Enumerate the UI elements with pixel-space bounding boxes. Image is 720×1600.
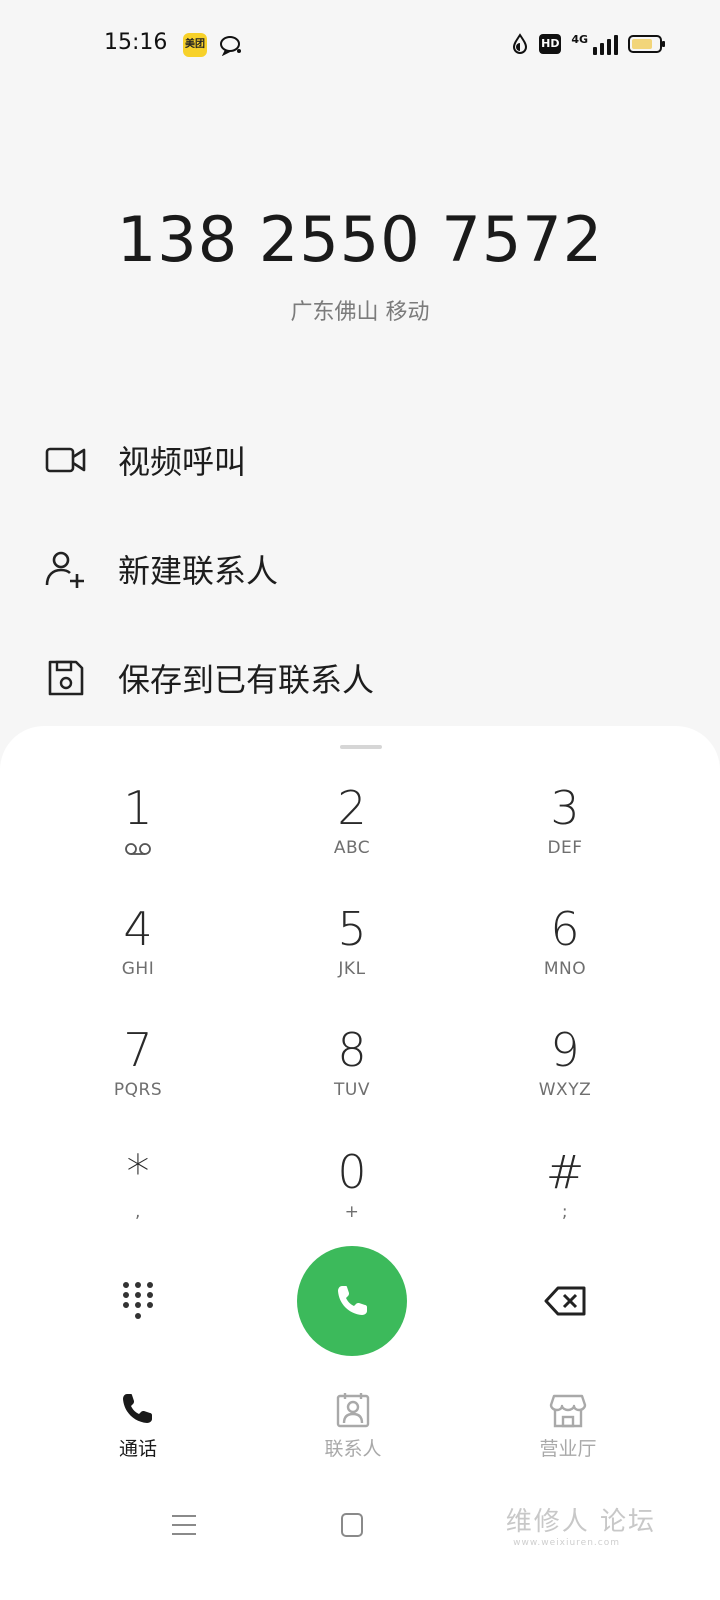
tab-calls[interactable]: 通话	[68, 1390, 208, 1461]
data-saver-icon	[513, 33, 528, 54]
tab-calls-label: 通话	[118, 1438, 157, 1460]
key-digit: 0	[337, 1145, 367, 1199]
key-5[interactable]: 5 JKL	[262, 901, 442, 1011]
key-digit: *	[126, 1145, 150, 1199]
key-letters: WXYZ	[538, 1080, 592, 1100]
key-4[interactable]: 4 GHI	[48, 901, 228, 1011]
menu-icon[interactable]	[171, 1513, 197, 1537]
key-0[interactable]: 0 +	[262, 1144, 442, 1254]
key-hash[interactable]: # ;	[475, 1144, 655, 1254]
key-digit: 8	[337, 1023, 367, 1077]
key-2[interactable]: 2 ABC	[262, 780, 442, 890]
contacts-icon	[336, 1393, 370, 1428]
key-1[interactable]: 1	[48, 780, 228, 890]
save-to-existing-contact-action[interactable]: 保存到已有联系人	[44, 648, 374, 708]
status-bar: 15:16 美团 HD 4G	[0, 0, 720, 90]
key-3[interactable]: 3 DEF	[475, 780, 655, 890]
chat-icon	[220, 36, 241, 56]
key-digit: #	[545, 1145, 585, 1199]
key-digit: 4	[123, 902, 153, 956]
new-contact-label: 新建联系人	[118, 552, 279, 590]
phone-icon	[123, 1394, 152, 1423]
save-icon	[48, 660, 84, 696]
key-digit: 5	[337, 902, 367, 956]
key-9[interactable]: 9 WXYZ	[475, 1022, 655, 1132]
tab-service-hall-label: 营业厅	[539, 1438, 597, 1460]
key-digit: 3	[550, 781, 580, 835]
home-icon[interactable]	[340, 1512, 364, 1538]
key-letters: ;	[561, 1202, 569, 1222]
key-letters: DEF	[547, 838, 583, 858]
signal-icon: 4G	[571, 33, 618, 55]
watermark-sub: www.weixiuren.com	[513, 1538, 620, 1548]
tab-service-hall[interactable]: 营业厅	[498, 1390, 638, 1461]
store-icon	[549, 1394, 587, 1428]
battery-icon	[628, 35, 665, 53]
key-letters: JKL	[338, 959, 366, 979]
key-letters: +	[344, 1202, 360, 1222]
bottom-tab-bar: 通话 联系人 营业厅	[0, 1390, 720, 1480]
number-location: 广东佛山 移动	[290, 300, 430, 325]
key-letters: ,	[135, 1202, 141, 1222]
phone-icon	[338, 1286, 367, 1315]
key-6[interactable]: 6 MNO	[475, 901, 655, 1011]
key-8[interactable]: 8 TUV	[262, 1022, 442, 1132]
key-star[interactable]: * ,	[48, 1144, 228, 1254]
watermark: 维修人 论坛	[505, 1507, 656, 1537]
key-digit: 6	[550, 902, 580, 956]
dialed-number-area: 138 2550 7572 广东佛山 移动	[0, 200, 720, 326]
status-time: 15:16	[104, 30, 168, 55]
network-type-label: 4G	[571, 33, 588, 46]
key-letters: TUV	[334, 1080, 370, 1100]
save-to-existing-contact-label: 保存到已有联系人	[118, 661, 375, 699]
sheet-drag-handle[interactable]	[340, 745, 382, 749]
key-digit: 1	[123, 781, 153, 835]
key-digit: 9	[550, 1023, 580, 1077]
dialed-number: 138 2550 7572	[116, 203, 604, 276]
key-letters: ABC	[333, 838, 371, 858]
key-letters: GHI	[121, 959, 155, 979]
add-person-icon	[45, 551, 84, 588]
video-camera-icon	[45, 447, 86, 473]
tab-contacts[interactable]: 联系人	[283, 1390, 423, 1461]
meituan-app-icon: 美团	[183, 33, 207, 57]
video-call-label: 视频呼叫	[118, 443, 247, 481]
key-7[interactable]: 7 PQRS	[48, 1022, 228, 1132]
key-letters: MNO	[543, 959, 587, 979]
dialpad-toggle-icon[interactable]	[120, 1280, 156, 1324]
voicemail-icon	[125, 843, 151, 855]
video-call-action[interactable]: 视频呼叫	[44, 430, 246, 490]
hd-voice-icon: HD	[539, 34, 562, 54]
new-contact-action[interactable]: 新建联系人	[44, 539, 278, 599]
key-digit: 7	[123, 1023, 153, 1077]
call-button[interactable]	[297, 1246, 407, 1356]
tab-contacts-label: 联系人	[324, 1438, 382, 1460]
backspace-icon[interactable]	[544, 1285, 588, 1317]
key-digit: 2	[337, 781, 367, 835]
key-letters: PQRS	[113, 1080, 163, 1100]
battery-level-fill	[632, 39, 652, 49]
